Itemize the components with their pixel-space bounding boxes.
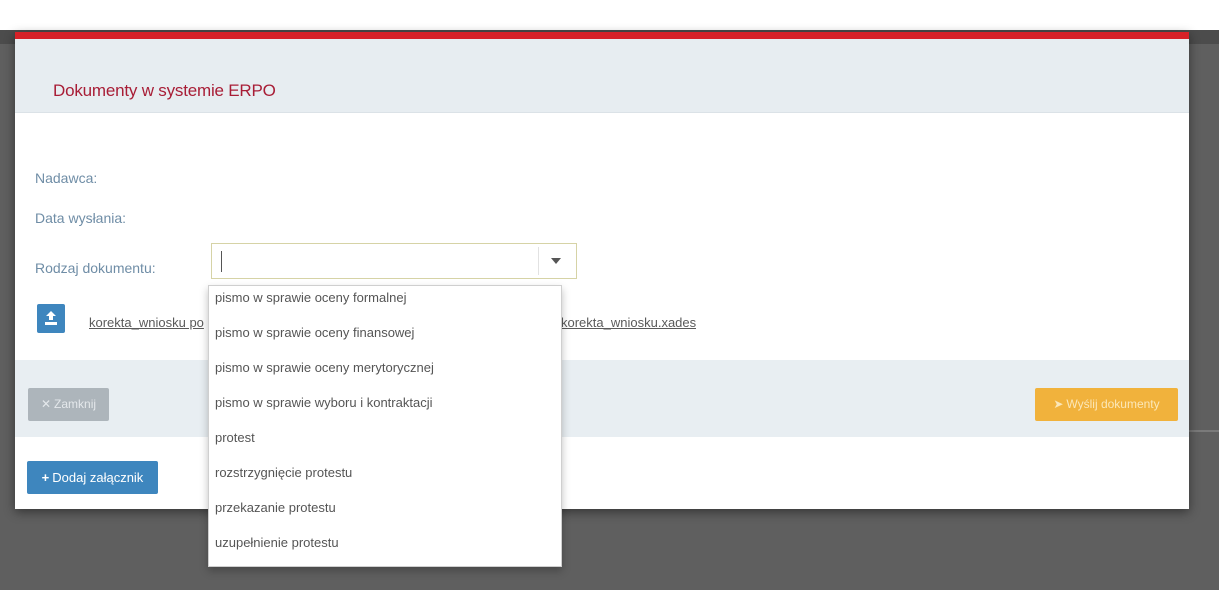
upload-icon bbox=[45, 311, 57, 325]
dropdown-option[interactable]: protest bbox=[215, 430, 255, 445]
dropdown-option[interactable]: pismo w sprawie oceny finansowej bbox=[215, 325, 414, 340]
add-attachment-button[interactable]: + Dodaj załącznik bbox=[27, 461, 158, 494]
select-separator bbox=[538, 247, 539, 275]
modal-header: Dokumenty w systemie ERPO bbox=[15, 39, 1189, 113]
close-button[interactable]: ✕ Zamknij bbox=[28, 388, 109, 421]
paper-plane-icon: ➤ bbox=[1053, 397, 1064, 411]
send-documents-button[interactable]: ➤ Wyślij dokumenty bbox=[1035, 388, 1178, 421]
text-cursor bbox=[221, 251, 222, 272]
upload-button[interactable] bbox=[37, 304, 65, 333]
attachment-link-xades[interactable]: korekta_wniosku.xades bbox=[561, 315, 696, 330]
document-type-select[interactable] bbox=[211, 243, 577, 279]
documents-modal: Dokumenty w systemie ERPO Nadawca: Data … bbox=[15, 32, 1189, 509]
modal-footer: ✕ Zamknij ➤ Wyślij dokumenty bbox=[15, 360, 1189, 437]
dropdown-option[interactable]: pismo w sprawie wyboru i kontraktacji bbox=[215, 395, 432, 410]
close-button-label: Zamknij bbox=[54, 397, 97, 411]
dropdown-option[interactable]: uzupełnienie protestu bbox=[215, 535, 339, 550]
attachment-link[interactable]: korekta_wniosku po bbox=[89, 315, 212, 330]
send-button-label: Wyślij dokumenty bbox=[1066, 397, 1160, 411]
document-type-label: Rodzaj dokumentu: bbox=[35, 260, 156, 276]
send-date-label: Data wysłania: bbox=[35, 210, 127, 226]
dropdown-option[interactable]: przekazanie protestu bbox=[215, 500, 336, 515]
page-background-divider bbox=[1188, 430, 1219, 432]
document-type-dropdown: pismo w sprawie oceny formalnej pismo w … bbox=[208, 285, 562, 567]
dropdown-option[interactable]: rozstrzygnięcie protestu bbox=[215, 465, 352, 480]
dropdown-option[interactable]: pismo w sprawie oceny merytorycznej bbox=[215, 360, 434, 375]
caret-down-icon[interactable] bbox=[551, 258, 561, 264]
sender-label: Nadawca: bbox=[35, 170, 98, 186]
page-background-top bbox=[0, 0, 1219, 30]
modal-title: Dokumenty w systemie ERPO bbox=[53, 81, 276, 100]
dropdown-option[interactable]: pismo w sprawie oceny formalnej bbox=[215, 290, 406, 305]
close-icon: ✕ bbox=[40, 397, 52, 411]
plus-icon: + bbox=[41, 470, 50, 485]
add-attachment-label: Dodaj załącznik bbox=[52, 470, 144, 485]
